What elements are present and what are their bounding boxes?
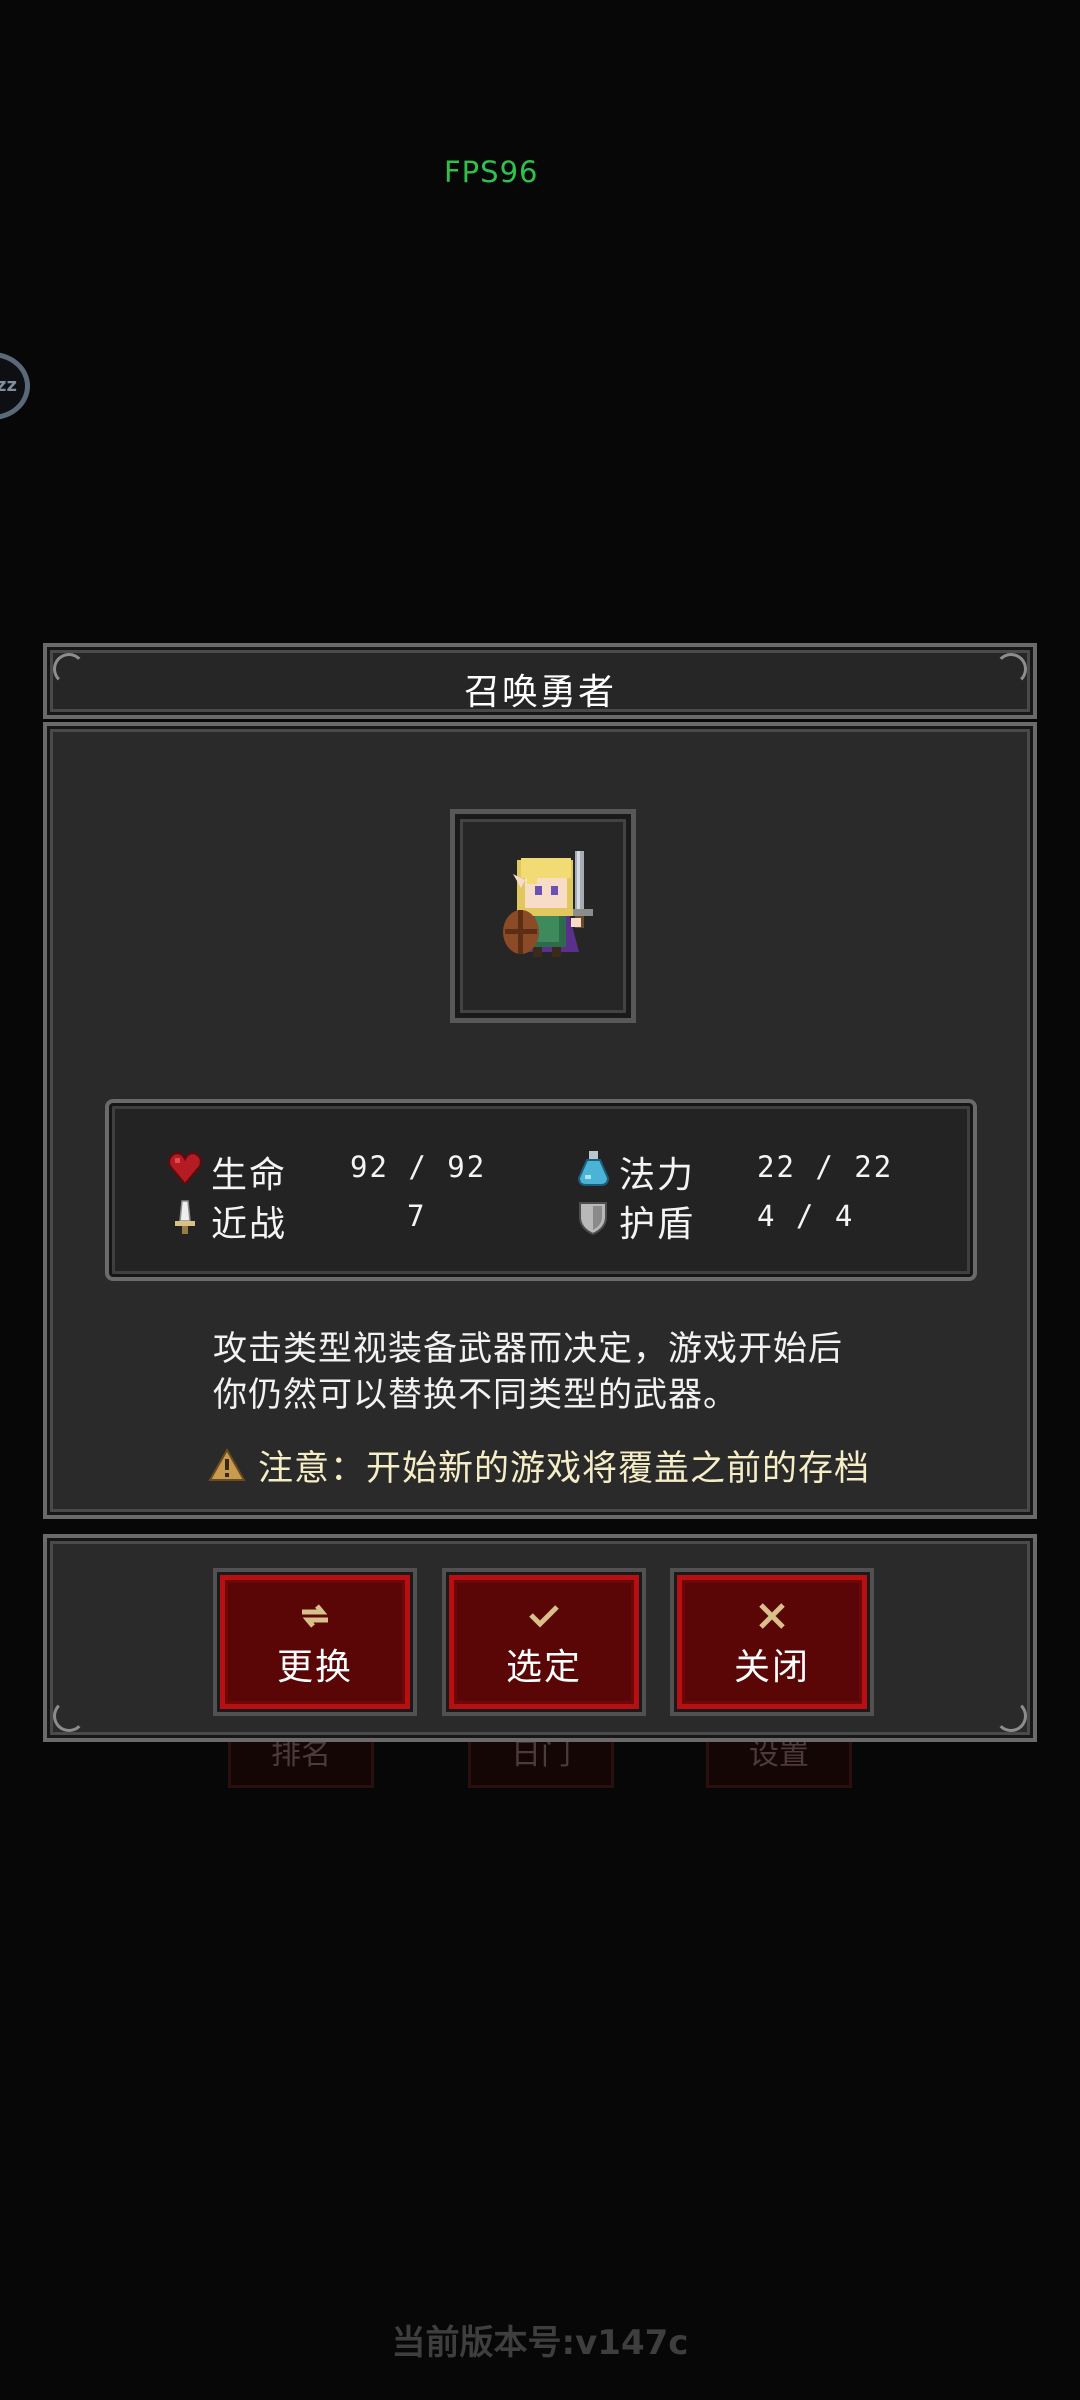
swap-hero-button[interactable]: 更换 (213, 1568, 417, 1716)
select-hero-button[interactable]: 选定 (442, 1568, 646, 1716)
description-line: 你仍然可以替换不同类型的武器。 (213, 1375, 738, 1415)
corner-ornament (53, 1700, 85, 1732)
stats-box: 生命 92 / 92 法力 22 / 22 近战 7 护盾 4 / 4 (105, 1099, 977, 1281)
shield-icon (579, 1202, 607, 1236)
corner-ornament (995, 1700, 1027, 1732)
hero-portrait (450, 809, 636, 1023)
stat-value: 4 / 4 (757, 1199, 855, 1233)
warning-icon (208, 1448, 246, 1481)
stat-armor: 护盾 4 / 4 (575, 1195, 905, 1245)
game-screen: FPS96 zz 排名 日门 设置 召唤勇者 生命 92 / 92 法力 22 … (0, 0, 1080, 2400)
mana-potion-icon (577, 1151, 610, 1186)
dagger-icon (175, 1200, 195, 1234)
select-label: 选定 (505, 1647, 582, 1688)
dialog-title: 召唤勇者 (463, 672, 616, 713)
close-dialog-button[interactable]: 关闭 (670, 1568, 874, 1716)
swap-label: 更换 (276, 1647, 353, 1688)
swap-icon (302, 1604, 328, 1628)
side-floating-label: zz (0, 375, 17, 396)
close-icon (759, 1603, 785, 1629)
action-bar: 更换 选定 关闭 (43, 1534, 1037, 1742)
heart-icon (168, 1152, 202, 1186)
stat-mp: 法力 22 / 22 (575, 1146, 905, 1196)
hero-info-panel: 生命 92 / 92 法力 22 / 22 近战 7 护盾 4 / 4 攻击类型… (43, 722, 1037, 1519)
close-label: 关闭 (733, 1647, 810, 1688)
version-label: 当前版本号:v147c (391, 2323, 689, 2363)
stat-value: 92 / 92 (350, 1150, 487, 1184)
hero-sprite-icon (503, 851, 593, 957)
description-line: 攻击类型视装备武器而决定，游戏开始后 (213, 1329, 843, 1369)
stat-label: 近战 (211, 1204, 288, 1245)
dialog-title-bar: 召唤勇者 (43, 643, 1037, 719)
stat-value: 7 (407, 1199, 427, 1233)
hero-description: 攻击类型视装备武器而决定，游戏开始后 你仍然可以替换不同类型的武器。 (213, 1326, 933, 1418)
stat-hp: 生命 92 / 92 (167, 1146, 497, 1196)
fps-counter: FPS96 (444, 155, 539, 189)
check-icon (529, 1605, 559, 1628)
stat-label: 护盾 (619, 1204, 696, 1245)
stat-label: 生命 (211, 1155, 288, 1196)
stat-value: 22 / 22 (757, 1150, 894, 1184)
warning-text: 注意：开始新的游戏将覆盖之前的存档 (258, 1449, 871, 1489)
stat-melee: 近战 7 (167, 1195, 497, 1245)
side-floating-button[interactable]: zz (0, 352, 30, 420)
stat-label: 法力 (619, 1155, 696, 1196)
